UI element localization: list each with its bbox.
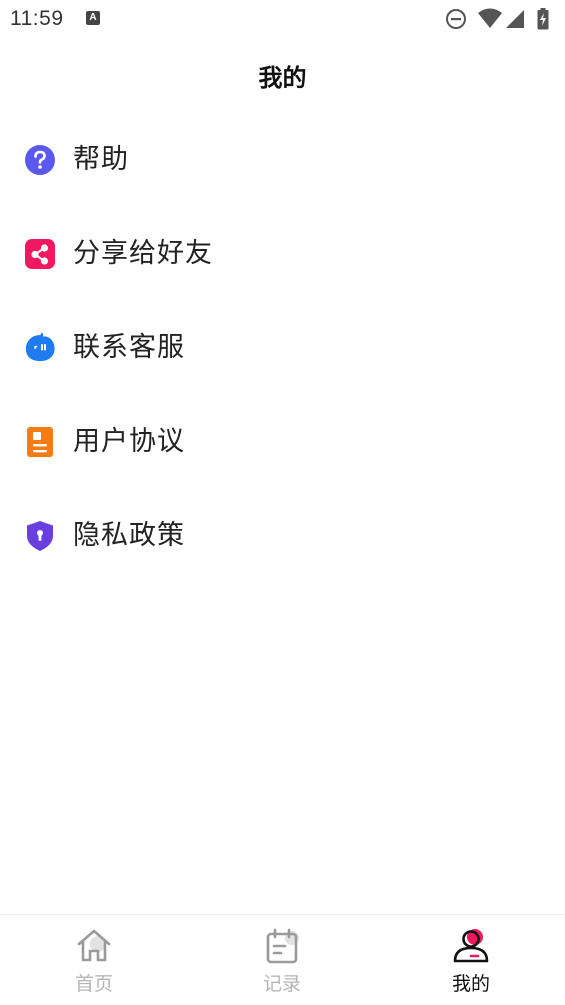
menu-item-share[interactable]: 分享给好友 <box>0 207 565 301</box>
battery-charging-icon <box>537 8 549 30</box>
record-icon <box>266 928 299 964</box>
help-icon <box>25 145 55 175</box>
tab-record[interactable]: 记录 <box>222 915 342 1005</box>
customer-service-icon <box>25 332 55 362</box>
menu-list: 帮助 分享给好友 联系客服 用户协议 隐私政策 <box>0 113 565 583</box>
menu-item-help[interactable]: 帮助 <box>0 113 565 207</box>
do-not-disturb-icon <box>446 9 466 29</box>
page-title: 我的 <box>258 64 307 92</box>
share-icon <box>25 239 55 269</box>
home-icon <box>77 929 111 962</box>
status-bar: 11:59 A <box>0 0 565 40</box>
profile-icon <box>453 929 489 963</box>
tab-label-record: 记录 <box>262 973 301 995</box>
menu-label-help: 帮助 <box>73 144 129 175</box>
tab-label-home: 首页 <box>74 973 113 995</box>
privacy-shield-icon <box>27 521 53 551</box>
tab-label-profile: 我的 <box>451 973 490 995</box>
menu-label-user-agreement: 用户协议 <box>73 426 185 457</box>
menu-label-customer-service: 联系客服 <box>73 332 185 363</box>
signal-icon <box>506 10 524 28</box>
menu-item-user-agreement[interactable]: 用户协议 <box>0 395 565 489</box>
status-icons <box>445 8 555 30</box>
menu-item-customer-service[interactable]: 联系客服 <box>0 301 565 395</box>
bottom-tab-bar: 首页 记录 我的 <box>0 914 565 1005</box>
tab-profile[interactable]: 我的 <box>411 915 531 1005</box>
menu-item-privacy-policy[interactable]: 隐私政策 <box>0 489 565 583</box>
user-agreement-icon <box>27 427 53 457</box>
menu-label-share: 分享给好友 <box>73 238 213 269</box>
status-time: 11:59 <box>10 7 64 30</box>
wifi-icon <box>478 8 502 28</box>
menu-label-privacy-policy: 隐私政策 <box>73 520 185 551</box>
notification-a-icon: A <box>86 11 100 25</box>
tab-home[interactable]: 首页 <box>34 915 154 1005</box>
